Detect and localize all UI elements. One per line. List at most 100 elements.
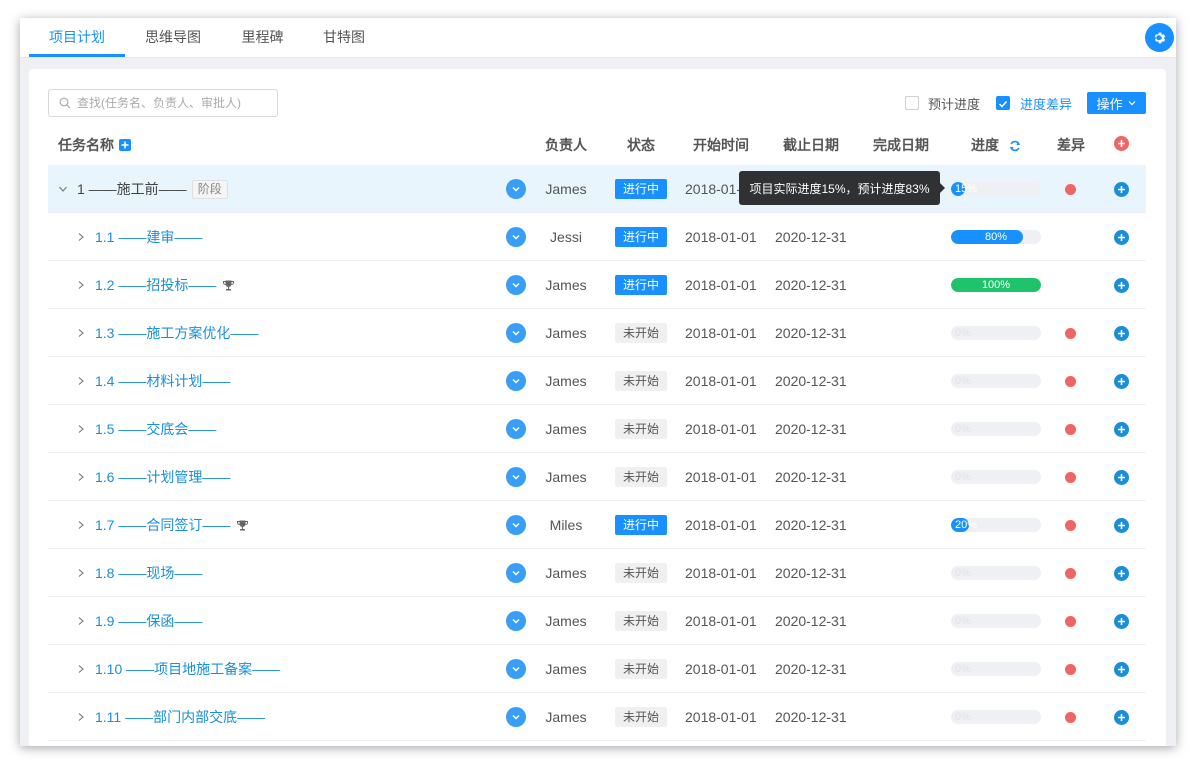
task-name[interactable]: 1.3 ——施工方案优化—— [95,323,258,343]
expand-circle-button[interactable] [506,275,526,295]
deadline-date: 2020-12-31 [775,565,847,581]
task-name[interactable]: 1 ——施工前—— [77,179,187,199]
add-subtask-button[interactable] [1114,421,1129,437]
chevron-right-icon[interactable] [76,232,86,242]
task-name[interactable]: 1.4 ——材料计划—— [95,371,230,391]
task-name[interactable]: 1.1 ——建审—— [95,227,202,247]
expand-circle-button[interactable] [506,179,526,199]
add-subtask-button[interactable] [1114,517,1129,533]
search-input[interactable] [77,96,267,110]
chevron-right-icon[interactable] [76,328,86,338]
expand-circle-button[interactable] [506,563,526,583]
chevron-right-icon[interactable] [76,664,86,674]
add-subtask-button[interactable] [1114,565,1129,581]
add-subtask-button[interactable] [1114,277,1129,293]
chevron-right-icon[interactable] [76,280,86,290]
plus-icon [1118,521,1125,529]
chevron-down-icon[interactable] [58,184,68,194]
expand-circle-button[interactable] [506,371,526,391]
chevron-right-icon[interactable] [76,376,86,386]
search-icon [59,97,71,109]
table-row[interactable]: 1.10 ——项目地施工备案—— James 未开始 2018-01-01 2020… [48,645,1146,693]
progress-bar: 0% [951,614,1041,628]
plus-icon [1118,281,1125,289]
planned-progress-checkbox[interactable] [905,96,919,110]
progress-text: 20% [955,519,978,531]
add-subtask-button[interactable] [1114,325,1129,341]
status-badge: 进行中 [614,515,667,535]
add-subtask-button[interactable] [1114,373,1129,389]
table-row[interactable]: 1.3 ——施工方案优化—— James 未开始 2018-01-01 2020-1… [48,309,1146,357]
search-box[interactable] [48,89,278,117]
add-subtask-button[interactable] [1114,613,1129,629]
table-row[interactable]: 1.9 ——保函—— James 未开始 2018-01-01 2020-12-31… [48,597,1146,645]
tab-milestone[interactable]: 里程碑 [230,18,295,58]
progress-bar: 0% [951,710,1041,724]
deadline-date: 2020-12-31 [775,709,847,725]
task-table-body: 1 ——施工前—— 阶段 James 进行中 2018-01- 15% 1.1 ——… [48,165,1146,741]
table-row[interactable]: 1.2 ——招投标—— James 进行中 2018-01-01 2020-12-3… [48,261,1146,309]
expand-circle-button[interactable] [506,515,526,535]
refresh-icon[interactable] [1009,139,1021,155]
add-task-icon[interactable] [119,139,131,151]
table-row[interactable]: 1.8 ——现场—— James 未开始 2018-01-01 2020-12-31… [48,549,1146,597]
chevron-down-icon [512,715,520,720]
progress-text: 0% [955,615,971,627]
plus-icon [1118,569,1125,577]
task-name[interactable]: 1.8 ——现场—— [95,563,202,583]
owner: James [545,565,587,581]
table-row[interactable]: 1.7 ——合同签订—— Miles 进行中 2018-01-01 2020-12-… [48,501,1146,549]
table-row[interactable]: 1.4 ——材料计划—— James 未开始 2018-01-01 2020-12-… [48,357,1146,405]
table-row[interactable]: 1 ——施工前—— 阶段 James 进行中 2018-01- 15% [48,165,1146,213]
add-subtask-button[interactable] [1114,181,1129,197]
tab-gantt[interactable]: 甘特图 [313,18,375,58]
tab-project-plan[interactable]: 项目计划 [29,18,125,58]
progress-text: 0% [955,567,971,579]
tab-mind-map[interactable]: 思维导图 [135,18,211,58]
settings-button[interactable] [1145,23,1174,52]
operation-button[interactable]: 操作 [1087,92,1146,114]
chevron-right-icon[interactable] [76,472,86,482]
status-badge: 进行中 [614,275,667,295]
add-subtask-button[interactable] [1114,469,1129,485]
progress-diff-checkbox[interactable] [996,96,1010,110]
expand-circle-button[interactable] [506,419,526,439]
task-name[interactable]: 1.6 ——计划管理—— [95,467,230,487]
chevron-right-icon[interactable] [76,616,86,626]
add-subtask-button[interactable] [1114,709,1129,725]
diff-indicator [1065,663,1076,675]
table-row[interactable]: 1.1 ——建审—— Jessi 进行中 2018-01-01 2020-12-31… [48,213,1146,261]
owner: Miles [549,517,583,533]
owner: James [545,613,587,629]
task-name[interactable]: 1.7 ——合同签订—— [95,515,230,535]
expand-circle-button[interactable] [506,467,526,487]
chevron-right-icon[interactable] [76,568,86,578]
task-name[interactable]: 1.9 ——保函—— [95,611,202,631]
status-badge: 未开始 [614,323,667,343]
owner: James [545,661,587,677]
expand-circle-button[interactable] [506,707,526,727]
chevron-right-icon[interactable] [76,712,86,722]
add-row-icon[interactable] [1114,136,1129,151]
task-name[interactable]: 1.10 ——项目地施工备案—— [95,659,280,679]
expand-circle-button[interactable] [506,227,526,247]
status-badge: 未开始 [614,611,667,631]
expand-circle-button[interactable] [506,659,526,679]
table-row[interactable]: 1.5 ——交底会—— James 未开始 2018-01-01 2020-12-3… [48,405,1146,453]
task-name[interactable]: 1.11 ——部门内部交底—— [95,707,265,727]
add-subtask-button[interactable] [1114,229,1129,245]
task-name[interactable]: 1.2 ——招投标—— [95,275,216,295]
start-date: 2018-01-01 [685,469,757,485]
task-name[interactable]: 1.5 ——交底会—— [95,419,216,439]
progress-bar: 100% [951,278,1041,292]
add-subtask-button[interactable] [1114,661,1129,677]
chevron-right-icon[interactable] [76,424,86,434]
trophy-icon [237,520,249,530]
expand-circle-button[interactable] [506,611,526,631]
diff-indicator [1065,615,1076,627]
table-row[interactable]: 1.6 ——计划管理—— James 未开始 2018-01-01 2020-12-… [48,453,1146,501]
chevron-right-icon[interactable] [76,520,86,530]
owner: Jessi [550,229,582,245]
expand-circle-button[interactable] [506,323,526,343]
table-row[interactable]: 1.11 ——部门内部交底—— James 未开始 2018-01-01 2020-… [48,693,1146,741]
